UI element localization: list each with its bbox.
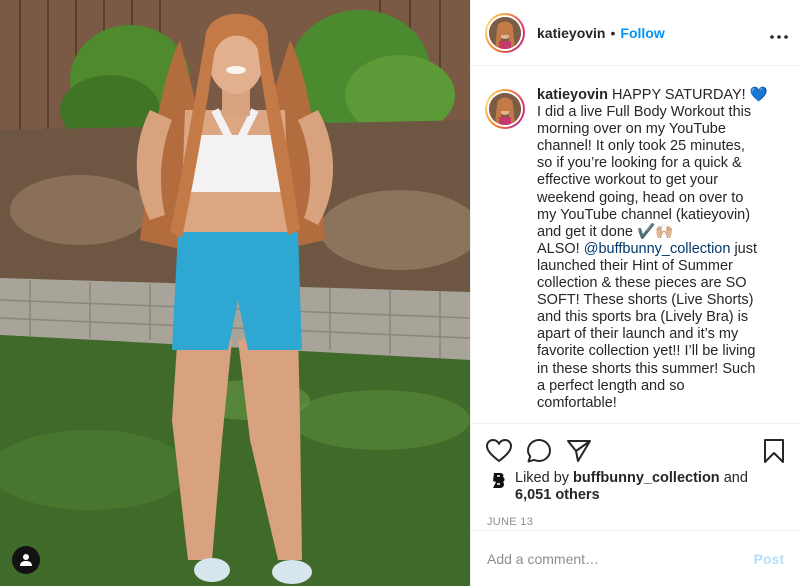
action-bar <box>471 424 800 468</box>
likes-and: and <box>723 470 748 486</box>
post-image <box>0 0 470 586</box>
author-avatar[interactable] <box>485 12 525 53</box>
person-silhouette-icon <box>20 554 32 566</box>
separator-dot: • <box>610 24 616 41</box>
caption-avatar[interactable] <box>485 89 525 129</box>
caption-line: and this sports bra (Lively Bra) is <box>537 309 749 326</box>
caption-line: morning over on my YouTube <box>537 121 726 138</box>
post-comment-button[interactable]: Post <box>754 551 784 567</box>
caption-line: favorite collection yet!! I’ll be living <box>537 343 756 360</box>
post-photo[interactable] <box>0 0 470 586</box>
caption-line: a perfect length and so <box>537 377 685 394</box>
caption-row: katieyovin HAPPY SATURDAY! 💙 I did a liv… <box>485 87 788 412</box>
caption-after-mention: just <box>734 240 758 257</box>
bookmark-icon[interactable] <box>760 437 788 465</box>
caption-line: I did a live Full Body Workout this <box>537 104 752 121</box>
caption-line: and get it done ✔️🙌🏼 <box>537 223 674 240</box>
likes-text: Liked by buffbunny_collection and 6,051 … <box>515 470 748 504</box>
caption-line: SOFT! These shorts (Live Shorts) <box>537 292 754 309</box>
caption-line: effective workout to get your <box>537 172 719 189</box>
caption-line: apart of their launch and it’s my <box>537 326 739 343</box>
post-caption: katieyovin HAPPY SATURDAY! 💙 I did a liv… <box>537 87 788 412</box>
comment-composer: Post <box>471 530 800 586</box>
caption-line: channel! It only took 25 minutes, <box>537 138 745 155</box>
paper-plane-icon[interactable] <box>565 437 593 465</box>
caption-line: collection & these pieces are SO <box>537 275 747 292</box>
caption-also: ALSO! <box>537 240 580 257</box>
likes-user-link[interactable]: buffbunny_collection <box>573 470 720 486</box>
caption-line: in these shorts this summer! Such <box>537 360 756 377</box>
likes-summary: Liked by buffbunny_collection and 6,051 … <box>471 468 800 504</box>
caption-first-line: HAPPY SATURDAY! 💙 <box>611 87 768 103</box>
mention-link[interactable]: @buffbunny_collection <box>584 241 731 257</box>
caption-line: weekend going, head on over to <box>537 189 744 206</box>
comments-section[interactable]: katieyovin HAPPY SATURDAY! 💙 I did a liv… <box>471 67 800 423</box>
caption-line: launched their Hint of Summer <box>537 257 733 274</box>
caption-username[interactable]: katieyovin <box>537 87 608 103</box>
author-username[interactable]: katieyovin <box>537 25 605 41</box>
post-actions-section: Liked by buffbunny_collection and 6,051 … <box>471 423 800 528</box>
more-options-icon[interactable] <box>770 23 788 43</box>
post-date[interactable]: JUNE 13 <box>471 504 800 528</box>
caption-line: so if you’re looking for a quick & <box>537 155 742 172</box>
caption-line: comfortable! <box>537 394 617 411</box>
comment-bubble-icon[interactable] <box>525 437 553 465</box>
likes-prefix: Liked by <box>515 470 570 486</box>
caption-line: my YouTube channel (katieyovin) <box>537 206 751 223</box>
post-side-panel: katieyovin • Follow katieyovin HAPPY SAT… <box>470 0 800 586</box>
tagged-users-button[interactable] <box>12 546 40 574</box>
likes-others-link[interactable]: 6,051 others <box>515 487 600 503</box>
buffbunny-logo-icon[interactable] <box>487 470 509 492</box>
heart-icon[interactable] <box>485 437 513 465</box>
post-header: katieyovin • Follow <box>471 0 800 66</box>
follow-button[interactable]: Follow <box>620 25 664 41</box>
comment-input[interactable] <box>487 550 754 567</box>
